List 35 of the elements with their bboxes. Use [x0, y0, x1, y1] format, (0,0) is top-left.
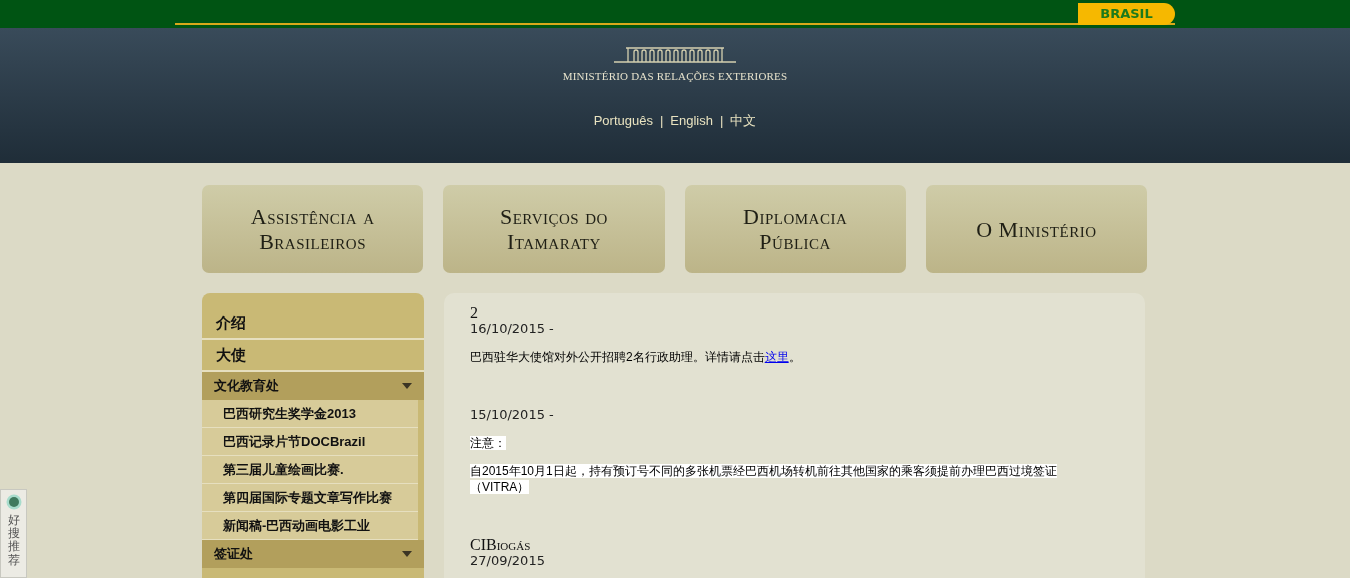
- sidebar-section[interactable]: 签证处: [202, 540, 424, 568]
- sidebar-subitem[interactable]: 第三届儿童绘画比赛.: [202, 456, 418, 484]
- language-link[interactable]: English: [670, 110, 713, 130]
- nav-button[interactable]: Serviços do Itamaraty: [443, 185, 665, 273]
- dropdown-icon: [402, 383, 412, 389]
- sidebar-subitem[interactable]: 新闻稿-巴西动画电影工业: [202, 512, 418, 540]
- colonnade-logo-icon: [614, 45, 736, 63]
- section-label: 签证处: [214, 545, 253, 564]
- section-label: 文化教育处: [214, 377, 279, 396]
- news-date: 27/09/2015: [470, 553, 546, 569]
- news-date: 16/10/2015 -: [470, 321, 555, 337]
- sidebar-item[interactable]: 介绍: [202, 308, 424, 340]
- widget-label: 好搜推荐: [7, 514, 20, 567]
- sidebar-subitem[interactable]: 巴西研究生奖学金2013: [202, 400, 418, 428]
- nav-button[interactable]: Diplomacia Pública: [684, 185, 906, 273]
- language-link[interactable]: Português: [593, 110, 653, 130]
- nav-button[interactable]: O Ministério: [925, 185, 1147, 273]
- news-title: 2: [470, 305, 479, 321]
- separator: |: [719, 111, 724, 130]
- side-widget[interactable]: 好搜推荐: [0, 489, 27, 578]
- ministry-title: MINISTÉRIO DAS RELAÇÕES EXTERIORES: [562, 69, 788, 84]
- dot-icon: [5, 494, 22, 510]
- separator: |: [659, 111, 664, 130]
- news-date: 15/10/2015 -: [470, 407, 555, 423]
- news-link[interactable]: 这里: [764, 350, 789, 364]
- sidebar-subitem[interactable]: 第四届国际专题文章写作比赛: [202, 484, 418, 512]
- sidebar-section[interactable]: 文化教育处: [202, 372, 424, 400]
- news-paragraph: 巴西驻华大使馆对外公开招聘2名行政助理。详情请点击这里。: [470, 349, 802, 365]
- nav-button[interactable]: Assistência a Brasileiros: [202, 185, 424, 273]
- dropdown-icon: [402, 551, 412, 557]
- news-paragraph: 自2015年10月1日起，持有预订号不同的多张机票经巴西机场转机前往其他国家的乘客须提前办理巴西过境签证（VITRA）: [470, 463, 1058, 495]
- sidebar-subitem[interactable]: 巴西记录片节DOCBrazil: [202, 428, 418, 456]
- language-link[interactable]: 中文: [730, 110, 757, 130]
- news-title: CIBiogás: [470, 537, 532, 553]
- news-paragraph: 注意：: [470, 435, 507, 451]
